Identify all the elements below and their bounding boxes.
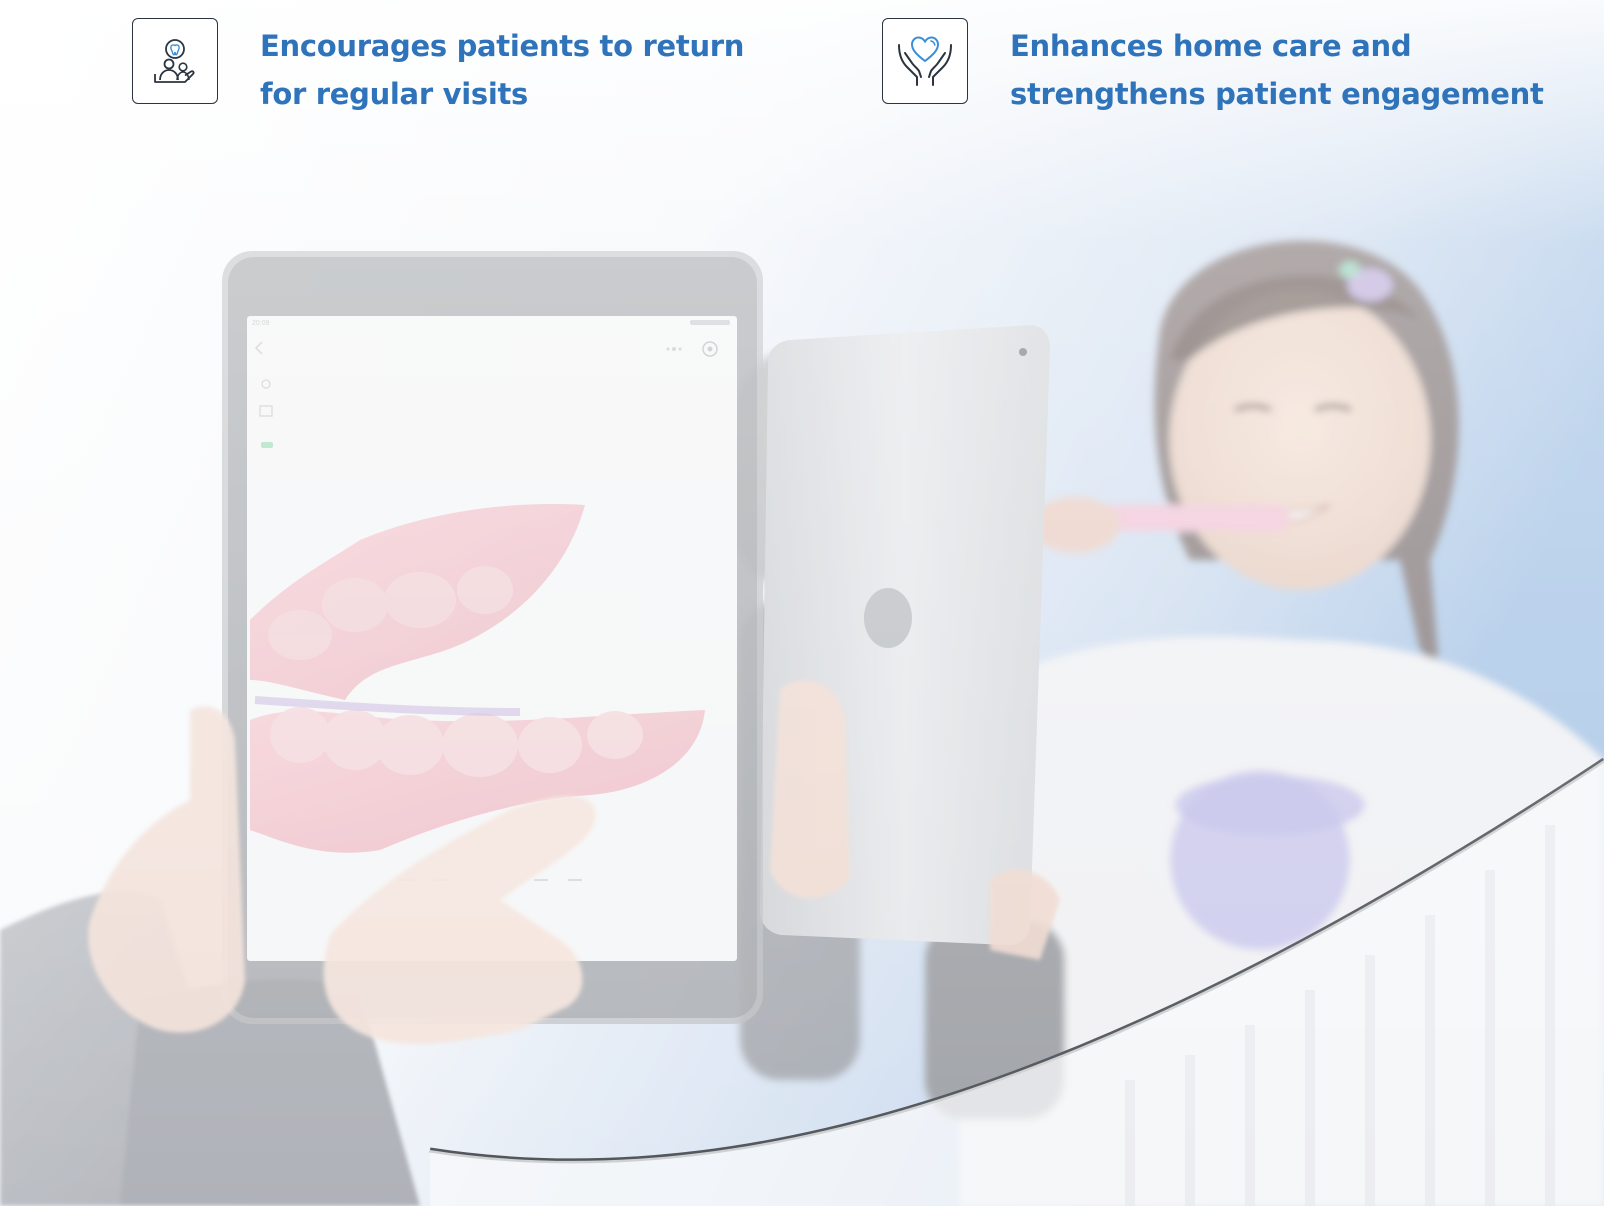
feature-return-visits: Encourages patients to return for regula… — [132, 18, 744, 118]
feature-home-care: Enhances home care and strengthens patie… — [882, 18, 1544, 118]
feature-home-care-line2: strengthens patient engagement — [1010, 77, 1544, 111]
feature-return-visits-line1: Encourages patients to return — [260, 29, 745, 63]
feature-return-visits-text: Encourages patients to return for regula… — [260, 22, 744, 118]
hero-photo: 20:09 — [0, 0, 1604, 1206]
heart-hands-icon — [882, 18, 968, 104]
feature-return-visits-line2: for regular visits — [260, 77, 528, 111]
dentist-patient-icon — [132, 18, 218, 104]
feature-home-care-text: Enhances home care and strengthens patie… — [1010, 22, 1544, 118]
feature-home-care-line1: Enhances home care and — [1010, 29, 1412, 63]
